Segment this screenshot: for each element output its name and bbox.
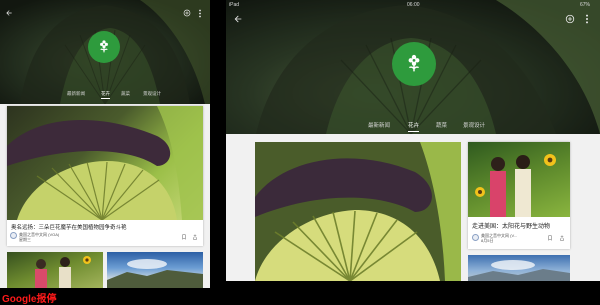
- bookmark-icon[interactable]: [547, 235, 553, 241]
- watermark-caption: Google报停: [2, 294, 57, 305]
- tablet-screen: iPad 06:00 67% 最新新闻 花卉 蔬菜 景观设计 走进美国：太阳花与…: [226, 0, 600, 281]
- bookmark-icon[interactable]: [181, 234, 187, 240]
- tab-vegetables[interactable]: 蔬菜: [121, 91, 130, 97]
- featured-article-card[interactable]: [255, 142, 461, 281]
- flower-logo: [88, 31, 120, 63]
- corpse-flower-art: [7, 106, 203, 220]
- tab-landscape[interactable]: 景观设计: [143, 91, 161, 97]
- back-arrow-icon[interactable]: [4, 8, 14, 18]
- article-card-thumbnail[interactable]: [468, 255, 570, 281]
- article-image: [7, 106, 203, 220]
- landscape-photo: [468, 260, 570, 281]
- status-battery: 67%: [580, 2, 591, 8]
- tab-latest-news[interactable]: 最新新闻: [368, 121, 390, 129]
- sunflower-photo: [475, 154, 556, 217]
- more-vert-icon[interactable]: [582, 13, 592, 25]
- phone-hero: 最新新闻 花卉 蔬菜 景观设计: [0, 0, 210, 104]
- tablet-tab-bar: 最新新闻 花卉 蔬菜 景观设计: [226, 121, 600, 133]
- article-card[interactable]: 走进美国：太阳花与野生动物 美国之音中文网 (V... 8月5日: [468, 142, 570, 249]
- flower-icon: [408, 54, 420, 72]
- article-date: 8月5日: [481, 238, 494, 243]
- article-meta: 美国之音中文网 (V... 8月5日: [481, 233, 517, 243]
- share-icon[interactable]: [192, 234, 198, 240]
- article-card[interactable]: 奥名远扬：三朵巨花魔芋在美国植物园争奇斗艳 美国之音中文网 (VOA) 星期三: [7, 106, 203, 246]
- voa-avatar: [10, 232, 17, 239]
- article-meta: 美国之音中文网 (VOA) 星期三: [19, 232, 59, 242]
- share-icon[interactable]: [559, 235, 565, 241]
- phone-tab-bar: 最新新闻 花卉 蔬菜 景观设计: [0, 91, 210, 101]
- article-title: 奥名远扬：三朵巨花魔芋在美国植物园争奇斗艳: [11, 225, 127, 231]
- tab-latest-news[interactable]: 最新新闻: [67, 91, 85, 97]
- sunflower-photo: [35, 256, 91, 288]
- add-circle-icon[interactable]: [182, 8, 192, 18]
- corpse-flower-art: [255, 142, 461, 281]
- more-vert-icon[interactable]: [196, 8, 204, 18]
- tab-landscape[interactable]: 景观设计: [463, 121, 485, 129]
- flower-logo: [392, 42, 436, 86]
- article-card-thumbnail[interactable]: [107, 252, 203, 288]
- article-title: 走进美国：太阳花与野生动物: [472, 224, 551, 230]
- screenshot-stage: 最新新闻 花卉 蔬菜 景观设计 奥名远扬：三朵巨花魔芋在美国植物园争奇斗艳 美国…: [0, 0, 600, 305]
- add-circle-icon[interactable]: [564, 13, 576, 25]
- flower-icon: [100, 40, 108, 53]
- tab-flowers[interactable]: 花卉: [408, 121, 420, 132]
- tab-vegetables[interactable]: 蔬菜: [436, 121, 447, 129]
- article-date: 星期三: [19, 237, 31, 242]
- tablet-hero: iPad 06:00 67% 最新新闻 花卉 蔬菜 景观设计: [226, 0, 600, 134]
- status-carrier: iPad: [229, 2, 240, 8]
- voa-avatar: [472, 234, 479, 241]
- landscape-photo: [107, 259, 203, 288]
- article-image: [468, 142, 570, 217]
- article-card-thumbnail[interactable]: [7, 252, 103, 288]
- tab-flowers[interactable]: 花卉: [101, 91, 110, 99]
- phone-screen: 最新新闻 花卉 蔬菜 景观设计 奥名远扬：三朵巨花魔芋在美国植物园争奇斗艳 美国…: [0, 0, 210, 288]
- back-arrow-icon[interactable]: [232, 13, 244, 25]
- status-time: 06:00: [407, 2, 420, 8]
